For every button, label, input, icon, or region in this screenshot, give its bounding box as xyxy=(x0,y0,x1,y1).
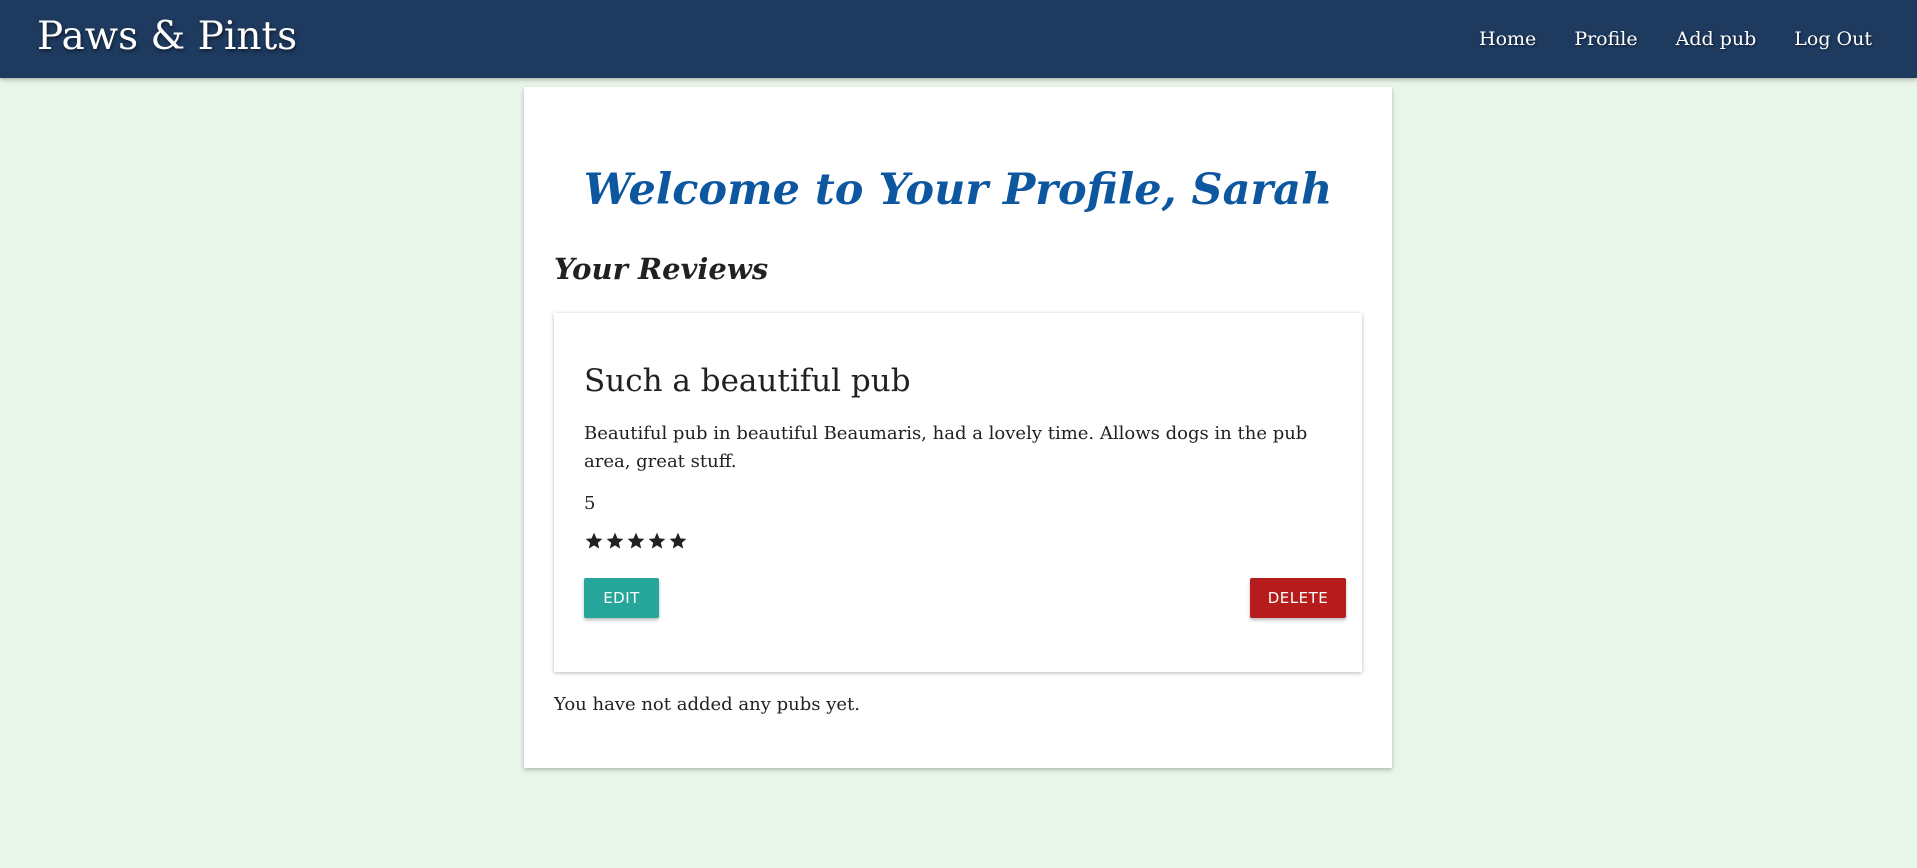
nav-links: Home Profile Add pub Log Out xyxy=(1479,0,1872,78)
review-title: Such a beautiful pub xyxy=(584,363,911,399)
star-rating xyxy=(584,531,688,551)
page-title: Welcome to Your Profile, Sarah xyxy=(583,165,1333,215)
edit-review-button[interactable]: EDIT xyxy=(584,578,659,618)
brand-logo[interactable]: Paws & Pints xyxy=(37,14,297,59)
no-pubs-message: You have not added any pubs yet. xyxy=(554,694,860,715)
review-rating-value: 5 xyxy=(584,493,596,514)
nav-link-log-out[interactable]: Log Out xyxy=(1794,28,1872,50)
navbar: Paws & Pints Home Profile Add pub Log Ou… xyxy=(0,0,1917,78)
nav-link-home[interactable]: Home xyxy=(1479,28,1536,50)
profile-card: Welcome to Your Profile, Sarah Your Revi… xyxy=(524,87,1392,768)
star-icon xyxy=(585,532,603,549)
nav-link-profile[interactable]: Profile xyxy=(1574,28,1637,50)
reviews-heading: Your Reviews xyxy=(554,252,769,286)
star-icon xyxy=(648,532,666,549)
star-icon xyxy=(669,532,687,549)
delete-review-button[interactable]: DELETE xyxy=(1250,578,1346,618)
review-card: Such a beautiful pub Beautiful pub in be… xyxy=(554,313,1362,672)
review-body: Beautiful pub in beautiful Beaumaris, ha… xyxy=(584,423,1308,472)
star-icon xyxy=(627,532,645,549)
nav-link-add-pub[interactable]: Add pub xyxy=(1676,28,1757,50)
star-icon xyxy=(606,532,624,549)
